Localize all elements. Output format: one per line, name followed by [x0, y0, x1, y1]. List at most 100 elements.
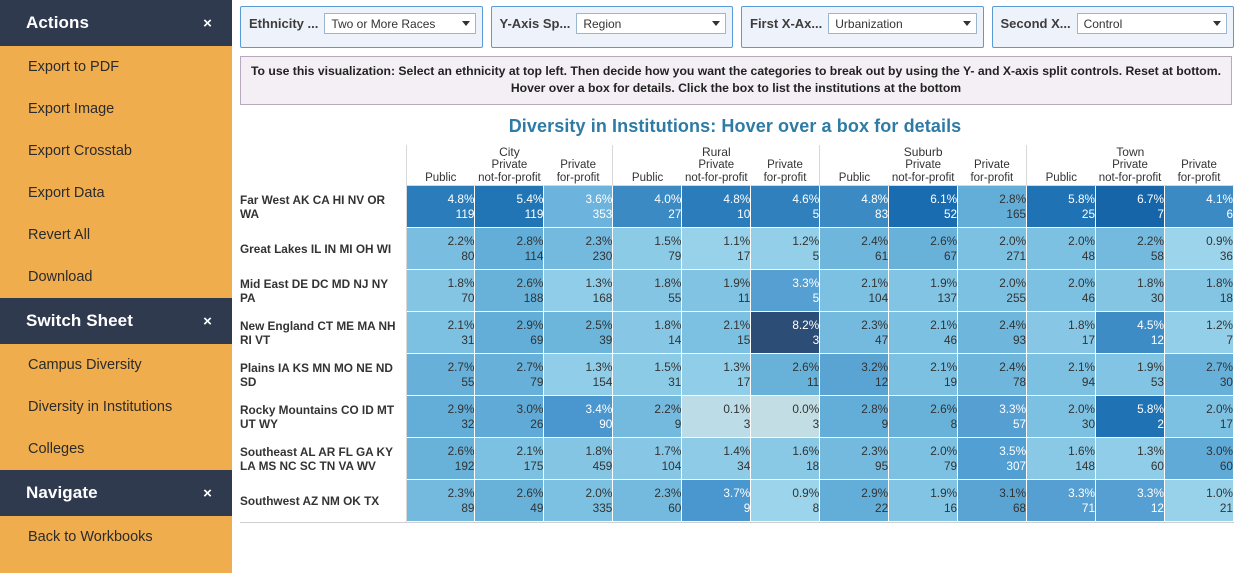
sidebar-item-export-data[interactable]: Export Data — [0, 172, 232, 214]
heatmap-cell[interactable]: 2.6% 11 — [750, 353, 821, 396]
heatmap-cell[interactable]: 2.8% 165 — [957, 185, 1028, 228]
sidebar-item-revert-all[interactable]: Revert All — [0, 214, 232, 256]
heatmap-cell[interactable]: 5.4% 119 — [474, 185, 545, 228]
first-x-axis-split-filter-select[interactable]: Urbanization — [828, 13, 977, 34]
heatmap-cell[interactable]: 2.8% 114 — [474, 227, 545, 270]
heatmap-cell[interactable]: 3.5% 307 — [957, 437, 1028, 480]
sidebar-item-back-to-workbooks[interactable]: Back to Workbooks — [0, 516, 232, 558]
heatmap-cell[interactable]: 1.8% 30 — [1095, 269, 1165, 312]
heatmap-cell[interactable]: 2.4% 61 — [819, 227, 890, 270]
heatmap-cell[interactable]: 1.0% 21 — [1163, 479, 1235, 522]
heatmap-cell[interactable]: 1.8% 459 — [543, 437, 614, 480]
sidebar-item-diversity-in-institutions[interactable]: Diversity in Institutions — [0, 386, 232, 428]
heatmap-cell[interactable]: 2.1% 175 — [474, 437, 545, 480]
heatmap-cell[interactable]: 4.8% 83 — [819, 185, 890, 228]
heatmap-cell[interactable]: 4.8% 10 — [681, 185, 752, 228]
heatmap-cell[interactable]: 1.1% 17 — [681, 227, 752, 270]
heatmap-cell[interactable]: 1.4% 34 — [681, 437, 752, 480]
heatmap-cell[interactable]: 2.1% 46 — [888, 311, 959, 354]
heatmap-cell[interactable]: 2.4% 78 — [957, 353, 1028, 396]
heatmap-cell[interactable]: 2.6% 8 — [888, 395, 959, 438]
heatmap-cell[interactable]: 4.8% 119 — [405, 185, 476, 228]
second-x-axis-split-filter-select[interactable]: Control — [1076, 13, 1227, 34]
heatmap-cell[interactable]: 2.2% 58 — [1095, 227, 1165, 270]
heatmap-cell[interactable]: 1.9% 53 — [1095, 353, 1165, 396]
heatmap-cell[interactable]: 2.9% 22 — [819, 479, 890, 522]
heatmap-cell[interactable]: 1.3% 17 — [681, 353, 752, 396]
heatmap-cell[interactable]: 3.0% 60 — [1163, 437, 1235, 480]
heatmap-cell[interactable]: 2.5% 39 — [543, 311, 614, 354]
close-icon[interactable]: × — [197, 312, 218, 331]
heatmap-cell[interactable]: 1.2% 5 — [750, 227, 821, 270]
heatmap-cell[interactable]: 2.3% 230 — [543, 227, 614, 270]
heatmap-cell[interactable]: 3.3% 12 — [1095, 479, 1165, 522]
heatmap-cell[interactable]: 2.1% 94 — [1026, 353, 1097, 396]
heatmap-cell[interactable]: 2.6% 192 — [405, 437, 476, 480]
heatmap-cell[interactable]: 2.3% 60 — [612, 479, 683, 522]
heatmap-cell[interactable]: 2.0% 48 — [1026, 227, 1097, 270]
heatmap-cell[interactable]: 2.9% 32 — [405, 395, 476, 438]
heatmap-cell[interactable]: 1.8% 55 — [612, 269, 683, 312]
heatmap-cell[interactable]: 2.1% 104 — [819, 269, 890, 312]
heatmap-cell[interactable]: 3.6% 353 — [543, 185, 614, 228]
heatmap-cell[interactable]: 3.4% 90 — [543, 395, 614, 438]
heatmap-cell[interactable]: 2.1% 19 — [888, 353, 959, 396]
sidebar-item-export-image[interactable]: Export Image — [0, 88, 232, 130]
heatmap-cell[interactable]: 1.9% 16 — [888, 479, 959, 522]
heatmap-cell[interactable]: 6.7% 7 — [1095, 185, 1165, 228]
heatmap-cell[interactable]: 3.0% 26 — [474, 395, 545, 438]
heatmap-cell[interactable]: 2.8% 9 — [819, 395, 890, 438]
sidebar-item-campus-diversity[interactable]: Campus Diversity — [0, 344, 232, 386]
heatmap-cell[interactable]: 5.8% 2 — [1095, 395, 1165, 438]
heatmap-cell[interactable]: 2.3% 47 — [819, 311, 890, 354]
heatmap-cell[interactable]: 0.9% 8 — [750, 479, 821, 522]
heatmap-cell[interactable]: 6.1% 52 — [888, 185, 959, 228]
heatmap-cell[interactable]: 1.6% 18 — [750, 437, 821, 480]
heatmap-cell[interactable]: 4.5% 12 — [1095, 311, 1165, 354]
heatmap-cell[interactable]: 2.0% 255 — [957, 269, 1028, 312]
heatmap-cell[interactable]: 2.9% 69 — [474, 311, 545, 354]
heatmap-cell[interactable]: 2.7% 79 — [474, 353, 545, 396]
heatmap-cell[interactable]: 1.8% 70 — [405, 269, 476, 312]
heatmap-cell[interactable]: 2.2% 80 — [405, 227, 476, 270]
heatmap-cell[interactable]: 1.5% 31 — [612, 353, 683, 396]
heatmap-cell[interactable]: 4.6% 5 — [750, 185, 821, 228]
heatmap-cell[interactable]: 2.3% 95 — [819, 437, 890, 480]
heatmap-cell[interactable]: 0.0% 3 — [750, 395, 821, 438]
heatmap-cell[interactable]: 1.5% 79 — [612, 227, 683, 270]
heatmap-cell[interactable]: 5.8% 25 — [1026, 185, 1097, 228]
heatmap-cell[interactable]: 4.1% 6 — [1163, 185, 1235, 228]
heatmap-cell[interactable]: 1.3% 60 — [1095, 437, 1165, 480]
heatmap-cell[interactable]: 2.0% 271 — [957, 227, 1028, 270]
heatmap-cell[interactable]: 2.7% 55 — [405, 353, 476, 396]
y-axis-split-filter-select[interactable]: Region — [576, 13, 726, 34]
heatmap-cell[interactable]: 2.6% 49 — [474, 479, 545, 522]
heatmap-cell[interactable]: 1.3% 154 — [543, 353, 614, 396]
heatmap-cell[interactable]: 1.8% 17 — [1026, 311, 1097, 354]
heatmap-cell[interactable]: 2.6% 188 — [474, 269, 545, 312]
heatmap-cell[interactable]: 3.2% 12 — [819, 353, 890, 396]
heatmap-cell[interactable]: 2.0% 46 — [1026, 269, 1097, 312]
heatmap-cell[interactable]: 1.8% 18 — [1163, 269, 1235, 312]
heatmap-cell[interactable]: 2.3% 89 — [405, 479, 476, 522]
heatmap-cell[interactable]: 1.3% 168 — [543, 269, 614, 312]
heatmap-cell[interactable]: 8.2% 3 — [750, 311, 821, 354]
sidebar-item-download[interactable]: Download — [0, 256, 232, 298]
ethnicity-filter-select[interactable]: Two or More Races — [324, 13, 476, 34]
sidebar-item-export-crosstab[interactable]: Export Crosstab — [0, 130, 232, 172]
heatmap-cell[interactable]: 2.6% 67 — [888, 227, 959, 270]
heatmap-cell[interactable]: 1.2% 7 — [1163, 311, 1235, 354]
sidebar-item-colleges[interactable]: Colleges — [0, 428, 232, 470]
heatmap-cell[interactable]: 3.1% 68 — [957, 479, 1028, 522]
heatmap-cell[interactable]: 3.3% 71 — [1026, 479, 1097, 522]
heatmap-cell[interactable]: 2.0% 335 — [543, 479, 614, 522]
heatmap-cell[interactable]: 1.9% 137 — [888, 269, 959, 312]
heatmap-cell[interactable]: 2.0% 30 — [1026, 395, 1097, 438]
sidebar-item-export-to-pdf[interactable]: Export to PDF — [0, 46, 232, 88]
heatmap-cell[interactable]: 1.8% 14 — [612, 311, 683, 354]
heatmap-cell[interactable]: 3.7% 9 — [681, 479, 752, 522]
heatmap-cell[interactable]: 2.2% 9 — [612, 395, 683, 438]
heatmap-cell[interactable]: 0.1% 3 — [681, 395, 752, 438]
heatmap-cell[interactable]: 3.3% 57 — [957, 395, 1028, 438]
heatmap-cell[interactable]: 2.1% 31 — [405, 311, 476, 354]
